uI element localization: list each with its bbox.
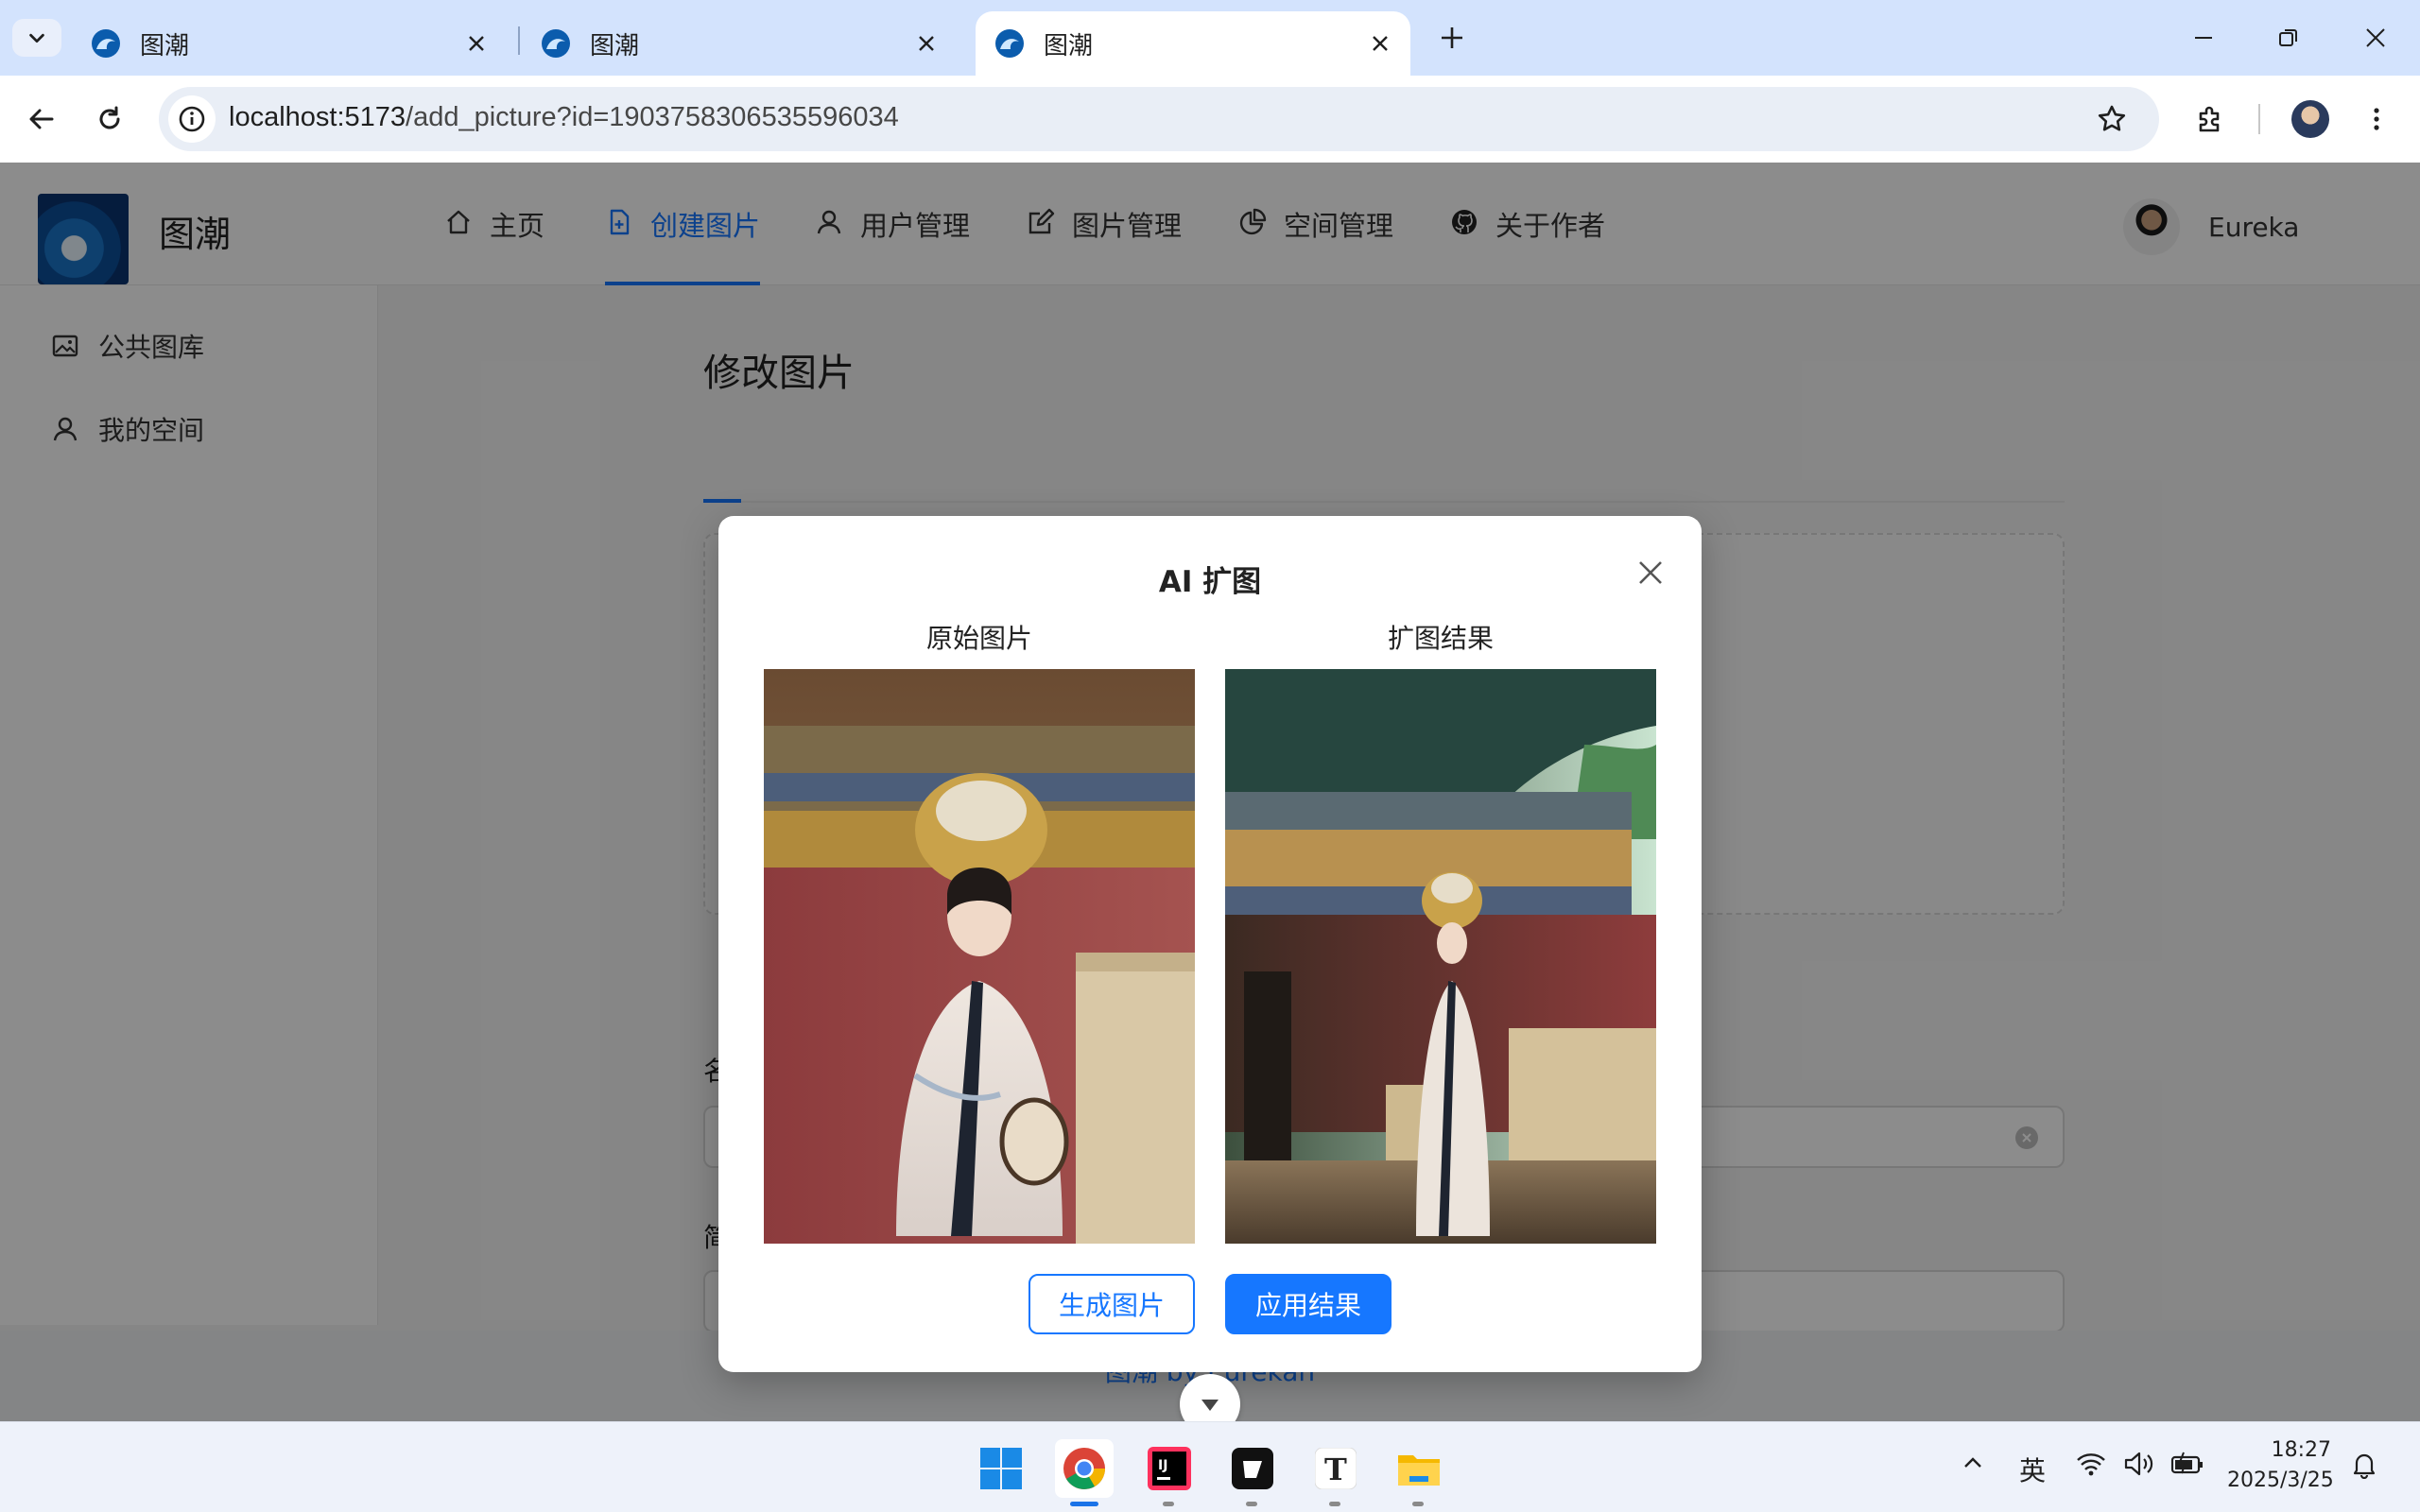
taskbar-file-explorer[interactable] xyxy=(1390,1439,1448,1498)
taskbar-chrome[interactable] xyxy=(1055,1439,1114,1498)
apply-result-button[interactable]: 应用结果 xyxy=(1225,1274,1392,1334)
minimize-button[interactable] xyxy=(2182,17,2225,59)
taskbar-intellij[interactable]: IJ xyxy=(1140,1439,1199,1498)
bookmark-star-button[interactable] xyxy=(2093,100,2131,138)
site-info-button[interactable] xyxy=(168,95,216,143)
close-icon xyxy=(919,36,934,51)
browser-tab[interactable]: 图潮 xyxy=(522,11,957,76)
chevron-down-icon xyxy=(1201,1400,1219,1411)
wave-favicon-icon xyxy=(542,29,570,58)
url-host: localhost:5173 xyxy=(229,102,406,132)
extensions-button[interactable] xyxy=(2187,96,2233,142)
tab-title: 图潮 xyxy=(140,31,190,60)
folder-icon xyxy=(1398,1455,1440,1486)
tray-overflow-button[interactable] xyxy=(1961,1451,1985,1475)
plus-icon xyxy=(1442,27,1462,48)
tab-search-button[interactable] xyxy=(12,19,61,57)
more-vertical-icon xyxy=(2374,108,2379,130)
chrome-icon xyxy=(1063,1448,1105,1489)
clock-time: 18:27 xyxy=(2271,1438,2331,1462)
original-picture xyxy=(764,669,1195,1244)
browser-tab[interactable]: 图潮 xyxy=(72,11,507,76)
active-app-indicator xyxy=(1070,1502,1098,1506)
original-picture-label: 原始图片 xyxy=(925,623,1032,654)
typora-icon: T xyxy=(1315,1448,1357,1489)
app-indicator xyxy=(1163,1502,1174,1506)
battery-icon[interactable] xyxy=(2170,1451,2204,1477)
browser-tab-active[interactable]: 图潮 xyxy=(976,11,1410,76)
taskbar-app-dark[interactable] xyxy=(1223,1439,1282,1498)
clock-date: 2025/3/25 xyxy=(2227,1469,2334,1492)
url-text: localhost:5173/add_picture?id=1903758306… xyxy=(229,102,899,133)
back-button[interactable] xyxy=(19,96,64,142)
svg-text:T: T xyxy=(1324,1452,1347,1487)
notification-bell-icon[interactable] xyxy=(2350,1451,2378,1479)
svg-text:IJ: IJ xyxy=(1158,1458,1167,1473)
close-icon xyxy=(469,36,484,51)
chevron-down-icon xyxy=(29,33,44,43)
browser-tab-strip: 图潮 图潮 图潮 xyxy=(0,0,2420,76)
modal-close-button[interactable] xyxy=(1632,554,1669,592)
minimize-icon xyxy=(2195,37,2212,39)
tab-close-button[interactable] xyxy=(1367,30,1393,57)
wave-favicon-icon xyxy=(92,29,120,58)
result-picture-label: 扩图结果 xyxy=(1387,623,1494,654)
close-window-button[interactable] xyxy=(2354,17,2397,59)
app-indicator xyxy=(1329,1502,1340,1506)
tab-close-button[interactable] xyxy=(913,30,940,57)
close-icon xyxy=(2366,28,2385,47)
restore-icon xyxy=(2279,29,2297,46)
app-indicator xyxy=(1412,1502,1424,1506)
volume-icon[interactable] xyxy=(2123,1451,2155,1477)
chevron-up-icon xyxy=(1964,1457,1981,1468)
url-path: /add_picture?id=1903758306535596034 xyxy=(406,102,899,132)
close-icon xyxy=(1373,36,1388,51)
info-icon xyxy=(179,106,205,132)
app-indicator xyxy=(1246,1502,1257,1506)
reload-button[interactable] xyxy=(87,96,132,142)
os-taskbar: IJ T 英 18:27 2025/3/25 xyxy=(0,1421,2420,1512)
toolbar-divider xyxy=(2258,104,2260,134)
wave-favicon-icon xyxy=(995,29,1024,58)
outpaint-result-picture xyxy=(1225,669,1656,1244)
windows-icon xyxy=(980,1448,1022,1489)
web-page: 图潮 主页 创建图片 用户管理 图片管理 空间管理 关于作者 Eureka 公共… xyxy=(0,163,2420,1421)
modal-title: AI 扩图 xyxy=(1158,565,1262,599)
ai-outpaint-modal: AI 扩图 原始图片 扩图结果 生成图片 应用结果 xyxy=(718,516,1702,1372)
tab-separator xyxy=(518,26,520,55)
wifi-icon[interactable] xyxy=(2076,1451,2106,1477)
tab-title: 图潮 xyxy=(590,31,640,60)
ime-indicator[interactable]: 英 xyxy=(2019,1451,2046,1488)
restore-button[interactable] xyxy=(2267,17,2310,59)
generate-picture-button[interactable]: 生成图片 xyxy=(1028,1274,1195,1334)
close-icon xyxy=(1639,561,1662,584)
taskbar-typora[interactable]: T xyxy=(1306,1439,1365,1498)
new-tab-button[interactable] xyxy=(1433,19,1471,57)
browser-menu-button[interactable] xyxy=(2354,96,2399,142)
address-bar[interactable]: localhost:5173/add_picture?id=1903758306… xyxy=(159,87,2159,151)
system-clock[interactable]: 18:27 2025/3/25 xyxy=(2227,1435,2334,1496)
tab-close-button[interactable] xyxy=(463,30,490,57)
star-icon xyxy=(2098,105,2126,131)
start-button[interactable] xyxy=(972,1439,1030,1498)
arrow-left-icon xyxy=(29,109,54,129)
intellij-icon: IJ xyxy=(1148,1447,1191,1490)
profile-avatar[interactable] xyxy=(2291,100,2329,138)
app-icon xyxy=(1232,1448,1273,1489)
puzzle-icon xyxy=(2199,106,2220,132)
tab-title: 图潮 xyxy=(1044,31,1094,60)
reload-icon xyxy=(99,106,120,129)
browser-toolbar: localhost:5173/add_picture?id=1903758306… xyxy=(0,76,2420,163)
